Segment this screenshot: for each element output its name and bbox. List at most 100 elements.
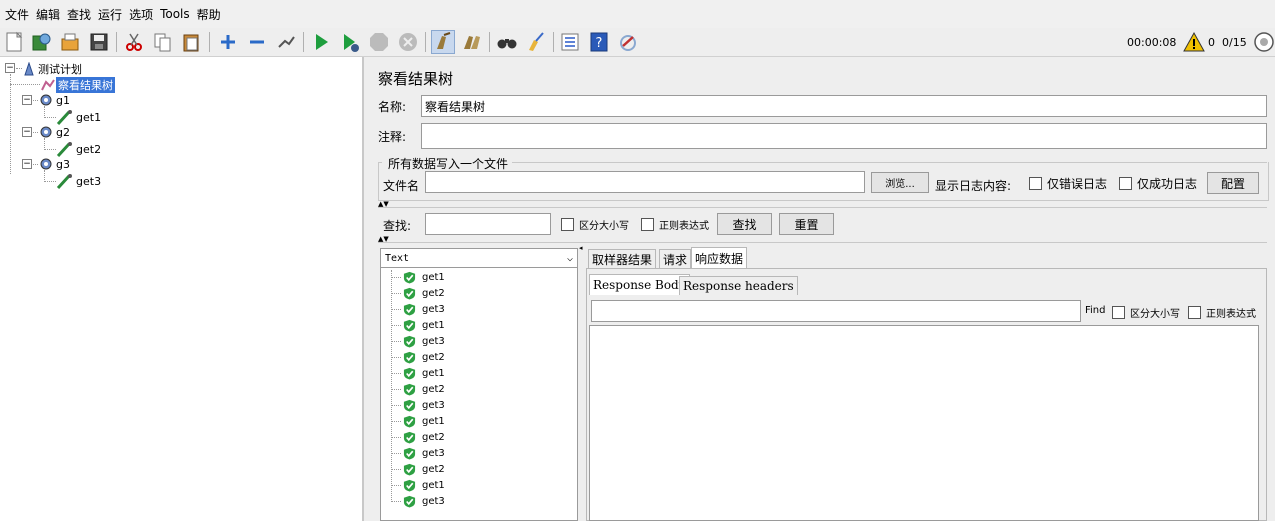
name-field[interactable]: 察看结果树 <box>421 95 1267 117</box>
success-check-icon <box>403 479 416 492</box>
case-sensitive-checkbox[interactable]: 区分大小写 <box>561 217 629 232</box>
expand-icon[interactable] <box>216 30 240 54</box>
menu-run[interactable]: 运行 <box>95 6 125 23</box>
search-button[interactable]: 查找 <box>717 213 772 235</box>
result-item[interactable]: get1 <box>391 270 445 285</box>
result-item[interactable]: get1 <box>391 414 445 429</box>
response-body-area[interactable] <box>589 325 1259 521</box>
tab-response-data[interactable]: 响应数据 <box>691 247 748 269</box>
result-item[interactable]: get2 <box>391 462 445 477</box>
find-regex-checkbox[interactable]: 正则表达式 <box>1188 305 1256 320</box>
clear-all-icon[interactable] <box>460 30 484 54</box>
renderer-select[interactable]: Text ⌵ <box>380 248 578 268</box>
remote-icon[interactable] <box>616 30 640 54</box>
paste-icon[interactable] <box>180 30 204 54</box>
search-input[interactable] <box>425 213 551 235</box>
result-item[interactable]: get2 <box>391 430 445 445</box>
result-item[interactable]: get2 <box>391 286 445 301</box>
reset-search-icon[interactable] <box>524 30 548 54</box>
success-check-icon <box>403 431 416 444</box>
menu-help[interactable]: 帮助 <box>194 6 224 23</box>
menu-tools[interactable]: Tools <box>157 7 193 21</box>
file-group-title: 所有数据写入一个文件 <box>386 155 511 172</box>
save-icon[interactable] <box>87 30 111 54</box>
help-icon[interactable]: ? <box>587 30 611 54</box>
comment-field[interactable] <box>421 123 1267 149</box>
success-check-icon <box>403 351 416 364</box>
toolbar: ? 00:00:08 0 0/15 <box>0 28 1275 57</box>
filename-field[interactable] <box>425 171 865 193</box>
tree-node-get3[interactable]: get3 <box>56 173 103 189</box>
result-item[interactable]: get1 <box>391 318 445 333</box>
page-title: 察看结果树 <box>378 70 454 88</box>
tab-request[interactable]: 请求 <box>659 249 692 269</box>
start-no-pause-icon[interactable] <box>338 30 362 54</box>
tab-sampler-result[interactable]: 取样器结果 <box>588 249 657 269</box>
function-helper-icon[interactable] <box>558 30 582 54</box>
tree-node-test-plan[interactable]: 测试计划 <box>22 61 84 77</box>
tree-node-view-results-tree[interactable]: 察看结果树 <box>40 77 115 93</box>
open-icon[interactable] <box>58 30 82 54</box>
result-item[interactable]: get3 <box>391 494 445 509</box>
menu-search[interactable]: 查找 <box>64 6 94 23</box>
success-only-checkbox[interactable]: 仅成功日志 <box>1119 175 1197 192</box>
collapse-toggle[interactable]: − <box>5 63 15 73</box>
splitter[interactable] <box>363 57 371 521</box>
subtab-response-body[interactable]: Response Body <box>589 274 690 295</box>
copy-icon[interactable] <box>151 30 175 54</box>
search-label: 查找: <box>383 219 412 233</box>
success-check-icon <box>403 319 416 332</box>
tree-node-g1[interactable]: g1 <box>38 93 72 107</box>
gear-icon <box>40 158 52 170</box>
tree-node-get1[interactable]: get1 <box>56 109 103 125</box>
search-icon[interactable] <box>495 30 519 54</box>
configure-button[interactable]: 配置 <box>1207 172 1259 194</box>
new-icon[interactable] <box>2 30 26 54</box>
find-input[interactable] <box>591 300 1081 322</box>
errors-only-checkbox[interactable]: 仅错误日志 <box>1029 175 1107 192</box>
elapsed-time: 00:00:08 <box>1127 36 1177 49</box>
comment-label: 注释: <box>378 130 407 144</box>
menu-bar: 文件 编辑 查找 运行 选项 Tools 帮助 <box>0 0 1275 28</box>
result-item[interactable]: get1 <box>391 366 445 381</box>
shutdown-icon[interactable] <box>396 30 420 54</box>
stop-icon[interactable] <box>367 30 391 54</box>
success-check-icon <box>403 271 416 284</box>
result-item[interactable]: get2 <box>391 350 445 365</box>
browse-button[interactable]: 浏览... <box>871 172 929 193</box>
menu-edit[interactable]: 编辑 <box>33 6 63 23</box>
subtab-response-headers[interactable]: Response headers <box>679 276 798 295</box>
result-item[interactable]: get1 <box>391 478 445 493</box>
result-item[interactable]: get3 <box>391 334 445 349</box>
name-label: 名称: <box>378 100 407 114</box>
regex-checkbox[interactable]: 正则表达式 <box>641 217 709 232</box>
gear-icon <box>40 94 52 106</box>
status-icon[interactable] <box>1252 30 1275 54</box>
find-case-sensitive-checkbox[interactable]: 区分大小写 <box>1112 305 1180 320</box>
result-item[interactable]: get3 <box>391 398 445 413</box>
menu-file[interactable]: 文件 <box>2 6 32 23</box>
warning-icon[interactable] <box>1182 30 1206 54</box>
tree-node-g3[interactable]: g3 <box>38 157 72 171</box>
toggle-icon[interactable] <box>274 30 298 54</box>
warning-count: 0 <box>1208 36 1215 49</box>
cut-icon[interactable] <box>122 30 146 54</box>
sampler-icon <box>56 110 72 125</box>
tree-node-g2[interactable]: g2 <box>38 125 72 139</box>
collapse-toggle[interactable]: − <box>22 127 32 137</box>
start-icon[interactable] <box>309 30 333 54</box>
collapse-icon[interactable] <box>245 30 269 54</box>
templates-icon[interactable] <box>29 30 53 54</box>
tree-node-get2[interactable]: get2 <box>56 141 103 157</box>
reset-button[interactable]: 重置 <box>779 213 834 235</box>
collapse-toggle[interactable]: − <box>22 159 32 169</box>
result-item[interactable]: get3 <box>391 302 445 317</box>
menu-options[interactable]: 选项 <box>126 6 156 23</box>
collapse-toggle[interactable]: − <box>22 95 32 105</box>
result-item[interactable]: get3 <box>391 446 445 461</box>
success-check-icon <box>403 287 416 300</box>
clear-icon[interactable] <box>431 30 455 54</box>
result-item[interactable]: get2 <box>391 382 445 397</box>
splitter[interactable]: ◂ <box>579 244 584 521</box>
collapse-arrows[interactable]: ▲▼ <box>378 236 389 243</box>
